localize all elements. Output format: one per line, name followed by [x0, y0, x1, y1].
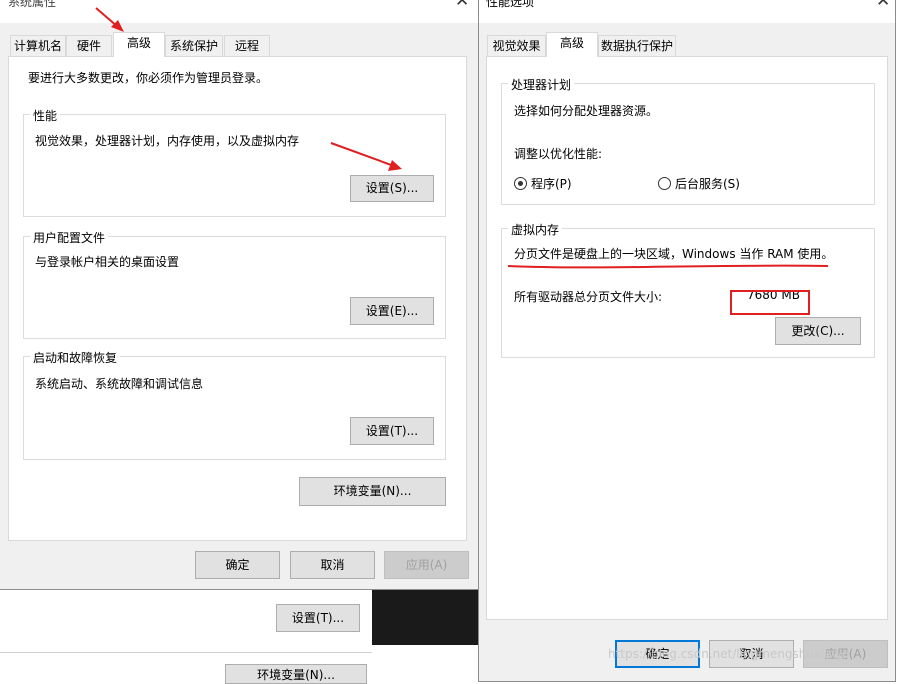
performance-description: 视觉效果，处理器计划，内存使用，以及虚拟内存 [35, 134, 300, 148]
tab-advanced[interactable]: 高级 [546, 32, 598, 57]
performance-options-dialog: 性能选项 ✕ 视觉效果 高级 数据执行保护 处理器计划 选择如何分配处理器资源。… [478, 0, 896, 682]
performance-options-title: 性能选项 [486, 0, 535, 9]
ok-button[interactable]: 确定 [195, 551, 280, 579]
cancel-button[interactable]: 取消 [290, 551, 375, 579]
tab-visual-effects[interactable]: 视觉效果 [487, 35, 546, 57]
user-profiles-group-title: 用户配置文件 [30, 229, 109, 246]
background-env-button[interactable]: 环境变量(N)... [225, 664, 367, 684]
background-services-radio-label[interactable]: 后台服务(S) [675, 175, 740, 192]
annotation-size-highlight-box [730, 290, 810, 315]
virtual-memory-title: 虚拟内存 [508, 221, 563, 238]
tab-computer-name[interactable]: 计算机名 [10, 35, 66, 57]
programs-radio[interactable] [514, 177, 527, 190]
performance-options-titlebar: 性能选项 ✕ [479, 0, 895, 23]
background-services-radio[interactable] [658, 177, 671, 190]
background-dark-area [372, 590, 482, 645]
programs-radio-label[interactable]: 程序(P) [531, 175, 572, 192]
adjust-for-label: 调整以优化性能: [514, 147, 603, 161]
apply-button[interactable]: 应用(A) [384, 551, 469, 579]
startup-recovery-group-title: 启动和故障恢复 [30, 349, 121, 366]
performance-group: 性能 视觉效果，处理器计划，内存使用，以及虚拟内存 设置(S)... [23, 107, 446, 217]
performance-settings-button[interactable]: 设置(S)... [350, 175, 434, 202]
processor-scheduling-title: 处理器计划 [508, 76, 575, 93]
startup-recovery-description: 系统启动、系统故障和调试信息 [35, 377, 204, 391]
tab-remote[interactable]: 远程 [224, 35, 270, 57]
system-properties-title: 系统属性 [8, 0, 57, 9]
system-properties-titlebar: 系统属性 ✕ [0, 0, 478, 23]
tab-hardware[interactable]: 硬件 [66, 35, 112, 57]
user-profiles-description: 与登录帐户相关的桌面设置 [35, 255, 180, 269]
radio-selected-dot [518, 181, 523, 186]
change-virtual-memory-button[interactable]: 更改(C)... [775, 317, 861, 345]
environment-variables-button[interactable]: 环境变量(N)... [299, 477, 446, 506]
background-divider [0, 652, 372, 653]
tab-advanced[interactable]: 高级 [113, 32, 165, 57]
watermark: https://blog.csdn.net/lingmengshuxiawo [608, 647, 849, 661]
processor-scheduling-description: 选择如何分配处理器资源。 [514, 104, 659, 118]
user-profiles-settings-button[interactable]: 设置(E)... [350, 297, 434, 325]
tab-data-execution-prevention[interactable]: 数据执行保护 [598, 35, 676, 57]
advanced-tab-panel: 处理器计划 选择如何分配处理器资源。 调整以优化性能: 程序(P) 后台服务(S… [486, 56, 888, 620]
paging-file-size-label: 所有驱动器总分页文件大小: [514, 290, 663, 304]
processor-scheduling-group: 处理器计划 选择如何分配处理器资源。 调整以优化性能: 程序(P) 后台服务(S… [501, 76, 875, 205]
close-icon[interactable]: ✕ [876, 0, 890, 11]
tab-system-protection[interactable]: 系统保护 [165, 35, 223, 57]
user-profiles-group: 用户配置文件 与登录帐户相关的桌面设置 设置(E)... [23, 229, 446, 339]
admin-note: 要进行大多数更改，你必须作为管理员登录。 [28, 71, 269, 85]
close-icon[interactable]: ✕ [455, 0, 469, 11]
background-window [0, 590, 372, 675]
startup-recovery-group: 启动和故障恢复 系统启动、系统故障和调试信息 设置(T)... [23, 349, 446, 460]
background-settings-button[interactable]: 设置(T)... [276, 604, 360, 632]
startup-recovery-settings-button[interactable]: 设置(T)... [350, 417, 434, 445]
virtual-memory-description: 分页文件是硬盘上的一块区域，Windows 当作 RAM 使用。 [514, 247, 834, 261]
virtual-memory-group: 虚拟内存 分页文件是硬盘上的一块区域，Windows 当作 RAM 使用。 所有… [501, 221, 875, 358]
advanced-tab-panel: 要进行大多数更改，你必须作为管理员登录。 性能 视觉效果，处理器计划，内存使用，… [8, 56, 467, 541]
system-properties-dialog: 系统属性 ✕ 计算机名 硬件 高级 系统保护 远程 要进行大多数更改，你必须作为… [0, 0, 479, 590]
performance-group-title: 性能 [30, 107, 61, 124]
